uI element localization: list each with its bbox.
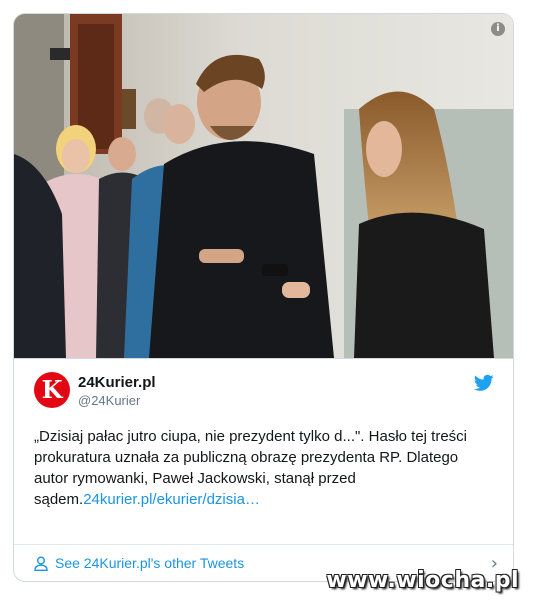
tweet-photo[interactable]: i [14, 14, 513, 358]
tweet-photo-image [14, 14, 513, 358]
avatar[interactable]: K [34, 372, 70, 408]
watermark: www.wiocha.pl [326, 568, 519, 593]
photo-divider [14, 358, 513, 359]
footer-divider [14, 544, 513, 545]
tweet-text: „Dzisiaj pałac jutro ciupa, nie prezyden… [34, 426, 496, 510]
person-icon [34, 556, 48, 571]
twitter-bird-icon[interactable] [474, 374, 494, 392]
embedded-tweet-card[interactable]: i K 24Kurier.pl @24Kurier „Dzisiaj pałac… [13, 13, 514, 582]
other-tweets-label[interactable]: See 24Kurier.pl's other Tweets [55, 555, 244, 571]
author-handle[interactable]: @24Kurier [78, 393, 140, 408]
tweet-header: K 24Kurier.pl @24Kurier [34, 372, 494, 412]
info-icon[interactable]: i [491, 22, 505, 36]
author-display-name[interactable]: 24Kurier.pl [78, 374, 156, 391]
tweet-link[interactable]: 24kurier.pl/ekurier/dzisia… [83, 491, 260, 508]
